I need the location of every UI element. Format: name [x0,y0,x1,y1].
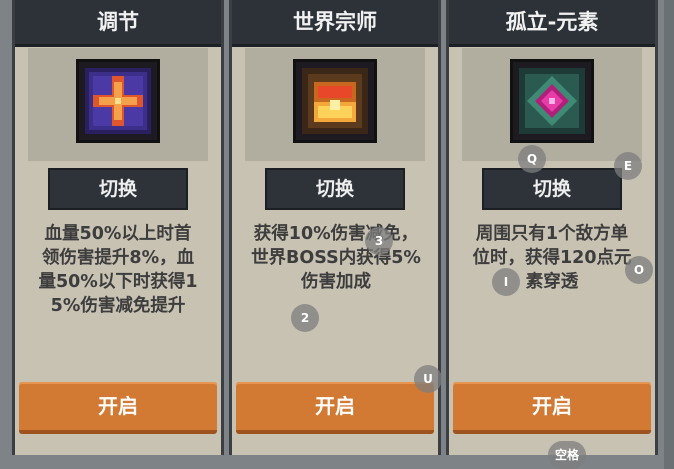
card-description: 获得10%伤害减免， 世界BOSS内获得5% 伤害加成 [251,224,421,292]
key-hint-i: I [492,268,520,296]
card-title: 孤立-元素 [449,0,655,47]
cross-rune-icon [79,62,157,140]
icon-panel [462,48,642,161]
switch-button[interactable]: 切换 [50,170,186,208]
key-hint-space: 空格 [548,441,586,469]
key-hint-2: 2 [291,304,319,332]
key-hint-o: O [625,256,653,284]
card-title: 世界宗师 [232,0,438,47]
talent-card-2: 世界宗师 切换 获得10%伤害减免， 世界BOSS内获得5% 伤害加成 开启 [229,0,441,455]
element-gem-icon [513,62,591,140]
open-button[interactable]: 开启 [453,382,651,434]
key-hint-q: Q [518,145,546,173]
talent-card-1: 调节 切换 血量50%以上时首 领伤害提升8%，血 量50%以下时获得1 5%伤… [12,0,224,455]
key-hint-u: U [414,365,442,393]
talent-card-3: 孤立-元素 切换 周围只有1个敌方单 位时，获得120点元 素穿透 开启 [446,0,658,455]
icon-panel [28,48,208,161]
key-hint-3: 3 [365,227,393,255]
panel-edge [664,0,674,469]
switch-button[interactable]: 切换 [484,170,620,208]
card-description: 血量50%以上时首 领伤害提升8%，血 量50%以下时获得1 5%伤害减免提升 [38,224,198,316]
treasure-chest-icon [296,62,374,140]
card-title: 调节 [15,0,221,47]
icon-panel [245,48,425,161]
card-description: 周围只有1个敌方单 位时，获得120点元 素穿透 [472,224,632,292]
open-button[interactable]: 开启 [236,382,434,434]
switch-button[interactable]: 切换 [267,170,403,208]
key-hint-e: E [614,152,642,180]
open-button[interactable]: 开启 [19,382,217,434]
